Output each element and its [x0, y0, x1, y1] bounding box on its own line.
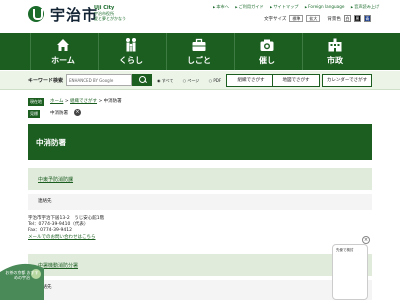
mail-contact-link[interactable]: メールでのお問い合わせはこちら [28, 235, 328, 241]
breadcrumb-org[interactable]: 組織でさがす [70, 99, 97, 104]
radio-all-label: すべて [161, 78, 174, 83]
slogan-line-2: 愛と夢とがかなう [94, 16, 126, 21]
section-heading-2-link[interactable]: 中署機動消防分署 [38, 262, 78, 269]
close-icon[interactable]: × [74, 109, 81, 116]
nav-home-label: ホーム [51, 56, 75, 65]
radio-page[interactable]: ○ ページ [183, 78, 204, 83]
page-title-band [28, 124, 372, 160]
radio-pdf-label: PDF [213, 78, 222, 83]
breadcrumb-home[interactable]: ホーム [50, 99, 63, 104]
nav-living-label: くらし [119, 56, 143, 65]
search-by-calendar-button[interactable]: カレンダーでさがす [322, 74, 372, 87]
bg-blue-button[interactable]: 青 [363, 15, 371, 22]
mascot-text: お茶の京都 おすすめの宇治 [5, 270, 39, 280]
top-link-read-aloud[interactable]: 音声読み上げ [351, 4, 379, 9]
section-heading-1: 中東予防消防課 [28, 168, 372, 190]
city-hall-icon [328, 38, 342, 52]
nav-city-gov[interactable]: 市政 [302, 33, 366, 70]
nav-events[interactable]: 催し [234, 33, 298, 70]
breadcrumb-tag-2: 見標 [28, 110, 40, 118]
top-links: 本市へ ご利用ガイド サイトマップ Foreign language 音声読み上… [213, 4, 384, 10]
search-button[interactable] [132, 74, 152, 86]
keyword-search-label: キーワード検索 [28, 78, 64, 84]
top-link-sitemap[interactable]: サイトマップ [270, 4, 298, 9]
section-2-contact: 連絡先 [28, 280, 372, 300]
radio-pdf[interactable]: ○ PDF [209, 78, 226, 83]
nav-work[interactable]: しごと [166, 33, 230, 70]
top-link-guide[interactable]: ご利用ガイド [235, 4, 263, 9]
keyword-search-input[interactable]: ENHANCED BY Google [66, 74, 132, 86]
text-size-label: 文字サイズ [264, 16, 287, 22]
section-heading-2: 中署機動消防分署 [28, 254, 372, 276]
bg-color-label: 背景色 [327, 16, 341, 22]
nav-home[interactable]: ホーム [30, 33, 94, 70]
bg-white-button[interactable]: 白 [343, 15, 351, 22]
text-size-large-button[interactable]: 拡大 [306, 15, 321, 22]
top-link-foreign-language[interactable]: Foreign language [305, 4, 345, 9]
breadcrumb-tag: 現在地 [28, 98, 44, 106]
search-scope-radios: ◉ すべて ○ ページ ○ PDF [157, 78, 229, 84]
briefcase-icon [192, 38, 206, 51]
breadcrumb-current-2: 中消防署 [50, 111, 68, 116]
breadcrumb-current: 中消防署 [103, 99, 122, 104]
radio-all[interactable]: ◉ すべて [157, 78, 177, 83]
section-1-details: 宇治市宇治下居13-2 うじ安心館1階 Tel：0774-39-9410（代表）… [28, 216, 328, 241]
bg-black-button[interactable]: 黒 [353, 15, 361, 22]
home-icon [57, 39, 69, 51]
nav-events-label: 催し [259, 56, 275, 65]
nav-living[interactable]: くらし [98, 33, 162, 70]
nav-work-label: しごと [187, 56, 211, 65]
section-heading-1-link[interactable]: 中東予防消防課 [38, 176, 73, 183]
text-size-normal-button[interactable]: 標準 [289, 15, 304, 22]
promo-close-icon[interactable]: × [362, 236, 370, 244]
search-by-org-button[interactable]: 組織でさがす [226, 74, 276, 87]
site-name[interactable]: 宇治市 [50, 4, 98, 25]
site-slogan: Uji City 宇治市役所 愛と夢とがかなう [94, 5, 126, 22]
camera-icon [260, 39, 274, 51]
search-by-map-button[interactable]: 地図でさがす [272, 74, 320, 87]
city-logo-icon[interactable] [28, 6, 44, 22]
accessibility-tools: 文字サイズ 標準 拡大 背景色 白 黒 青 [264, 15, 371, 22]
promo-text: 先使で検討 [336, 248, 354, 252]
contact-label-1: 連絡先 [38, 199, 52, 204]
section-1-contact: 連絡先 [28, 194, 372, 210]
family-icon [126, 38, 136, 52]
breadcrumb: ホーム > 組織でさがす > 中消防署 [50, 98, 122, 104]
top-link-home[interactable]: 本市へ [213, 4, 229, 9]
nav-city-gov-label: 市政 [327, 56, 343, 65]
radio-page-label: ページ [187, 78, 200, 83]
page-title: 中消防署 [36, 138, 66, 147]
